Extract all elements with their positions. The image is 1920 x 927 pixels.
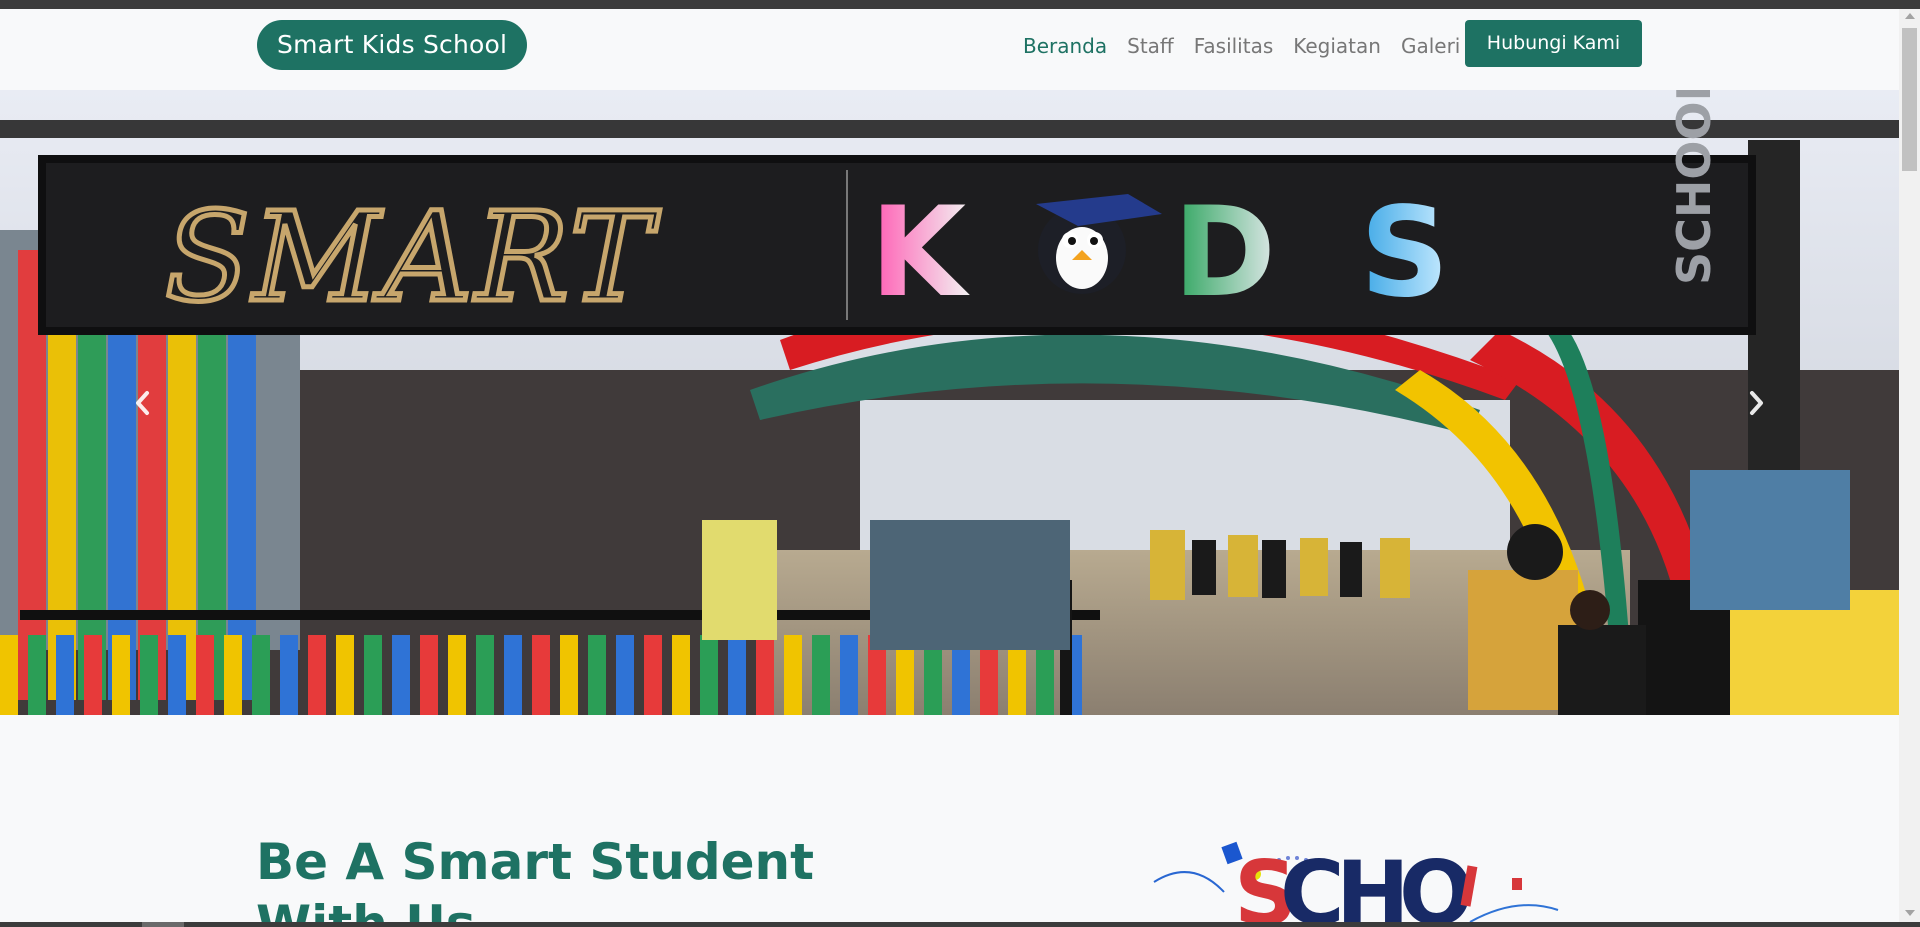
nav-item-galeri[interactable]: Galeri: [1391, 30, 1470, 62]
svg-text:S: S: [1360, 181, 1449, 325]
hero-carousel: SMART K D S SCHOOL: [0, 90, 1899, 715]
chevron-left-icon: [136, 391, 149, 415]
horizontal-scrollbar[interactable]: [0, 922, 1920, 927]
hero-image: SMART K D S SCHOOL: [0, 90, 1899, 715]
svg-text:SCHOOL: SCHOOL: [1667, 90, 1721, 285]
svg-text:D: D: [1173, 181, 1276, 325]
svg-text:K: K: [870, 181, 970, 325]
svg-text:O: O: [1399, 842, 1474, 922]
scroll-down-icon[interactable]: [1905, 910, 1915, 916]
brand-logo-button[interactable]: Smart Kids School: [257, 20, 528, 70]
section-title: Be A Smart Student With Us: [256, 833, 815, 922]
contact-us-button[interactable]: Hubungi Kami: [1465, 20, 1642, 67]
nav-menu: Beranda Staff Fasilitas Kegiatan Galeri: [1013, 30, 1470, 62]
nav-item-kegiatan[interactable]: Kegiatan: [1283, 30, 1391, 62]
navbar: Smart Kids School Beranda Staff Fasilita…: [0, 9, 1899, 90]
horizontal-scrollbar-thumb[interactable]: [142, 922, 184, 927]
svg-text:C: C: [1280, 842, 1345, 922]
vertical-scrollbar[interactable]: [1899, 9, 1920, 922]
school-illustration: S C H O: [1152, 838, 1562, 922]
scrollbar-thumb[interactable]: [1902, 28, 1917, 171]
svg-text:SMART: SMART: [165, 186, 661, 330]
window-top-strip: [0, 0, 1920, 9]
chevron-right-icon: [1750, 391, 1763, 415]
carousel-prev-button[interactable]: [128, 388, 158, 418]
nav-item-staff[interactable]: Staff: [1117, 30, 1184, 62]
nav-item-beranda[interactable]: Beranda: [1013, 30, 1117, 62]
nav-item-fasilitas[interactable]: Fasilitas: [1184, 30, 1284, 62]
scroll-up-icon[interactable]: [1905, 13, 1915, 19]
carousel-next-button[interactable]: [1741, 388, 1771, 418]
page-viewport: Smart Kids School Beranda Staff Fasilita…: [0, 9, 1899, 922]
